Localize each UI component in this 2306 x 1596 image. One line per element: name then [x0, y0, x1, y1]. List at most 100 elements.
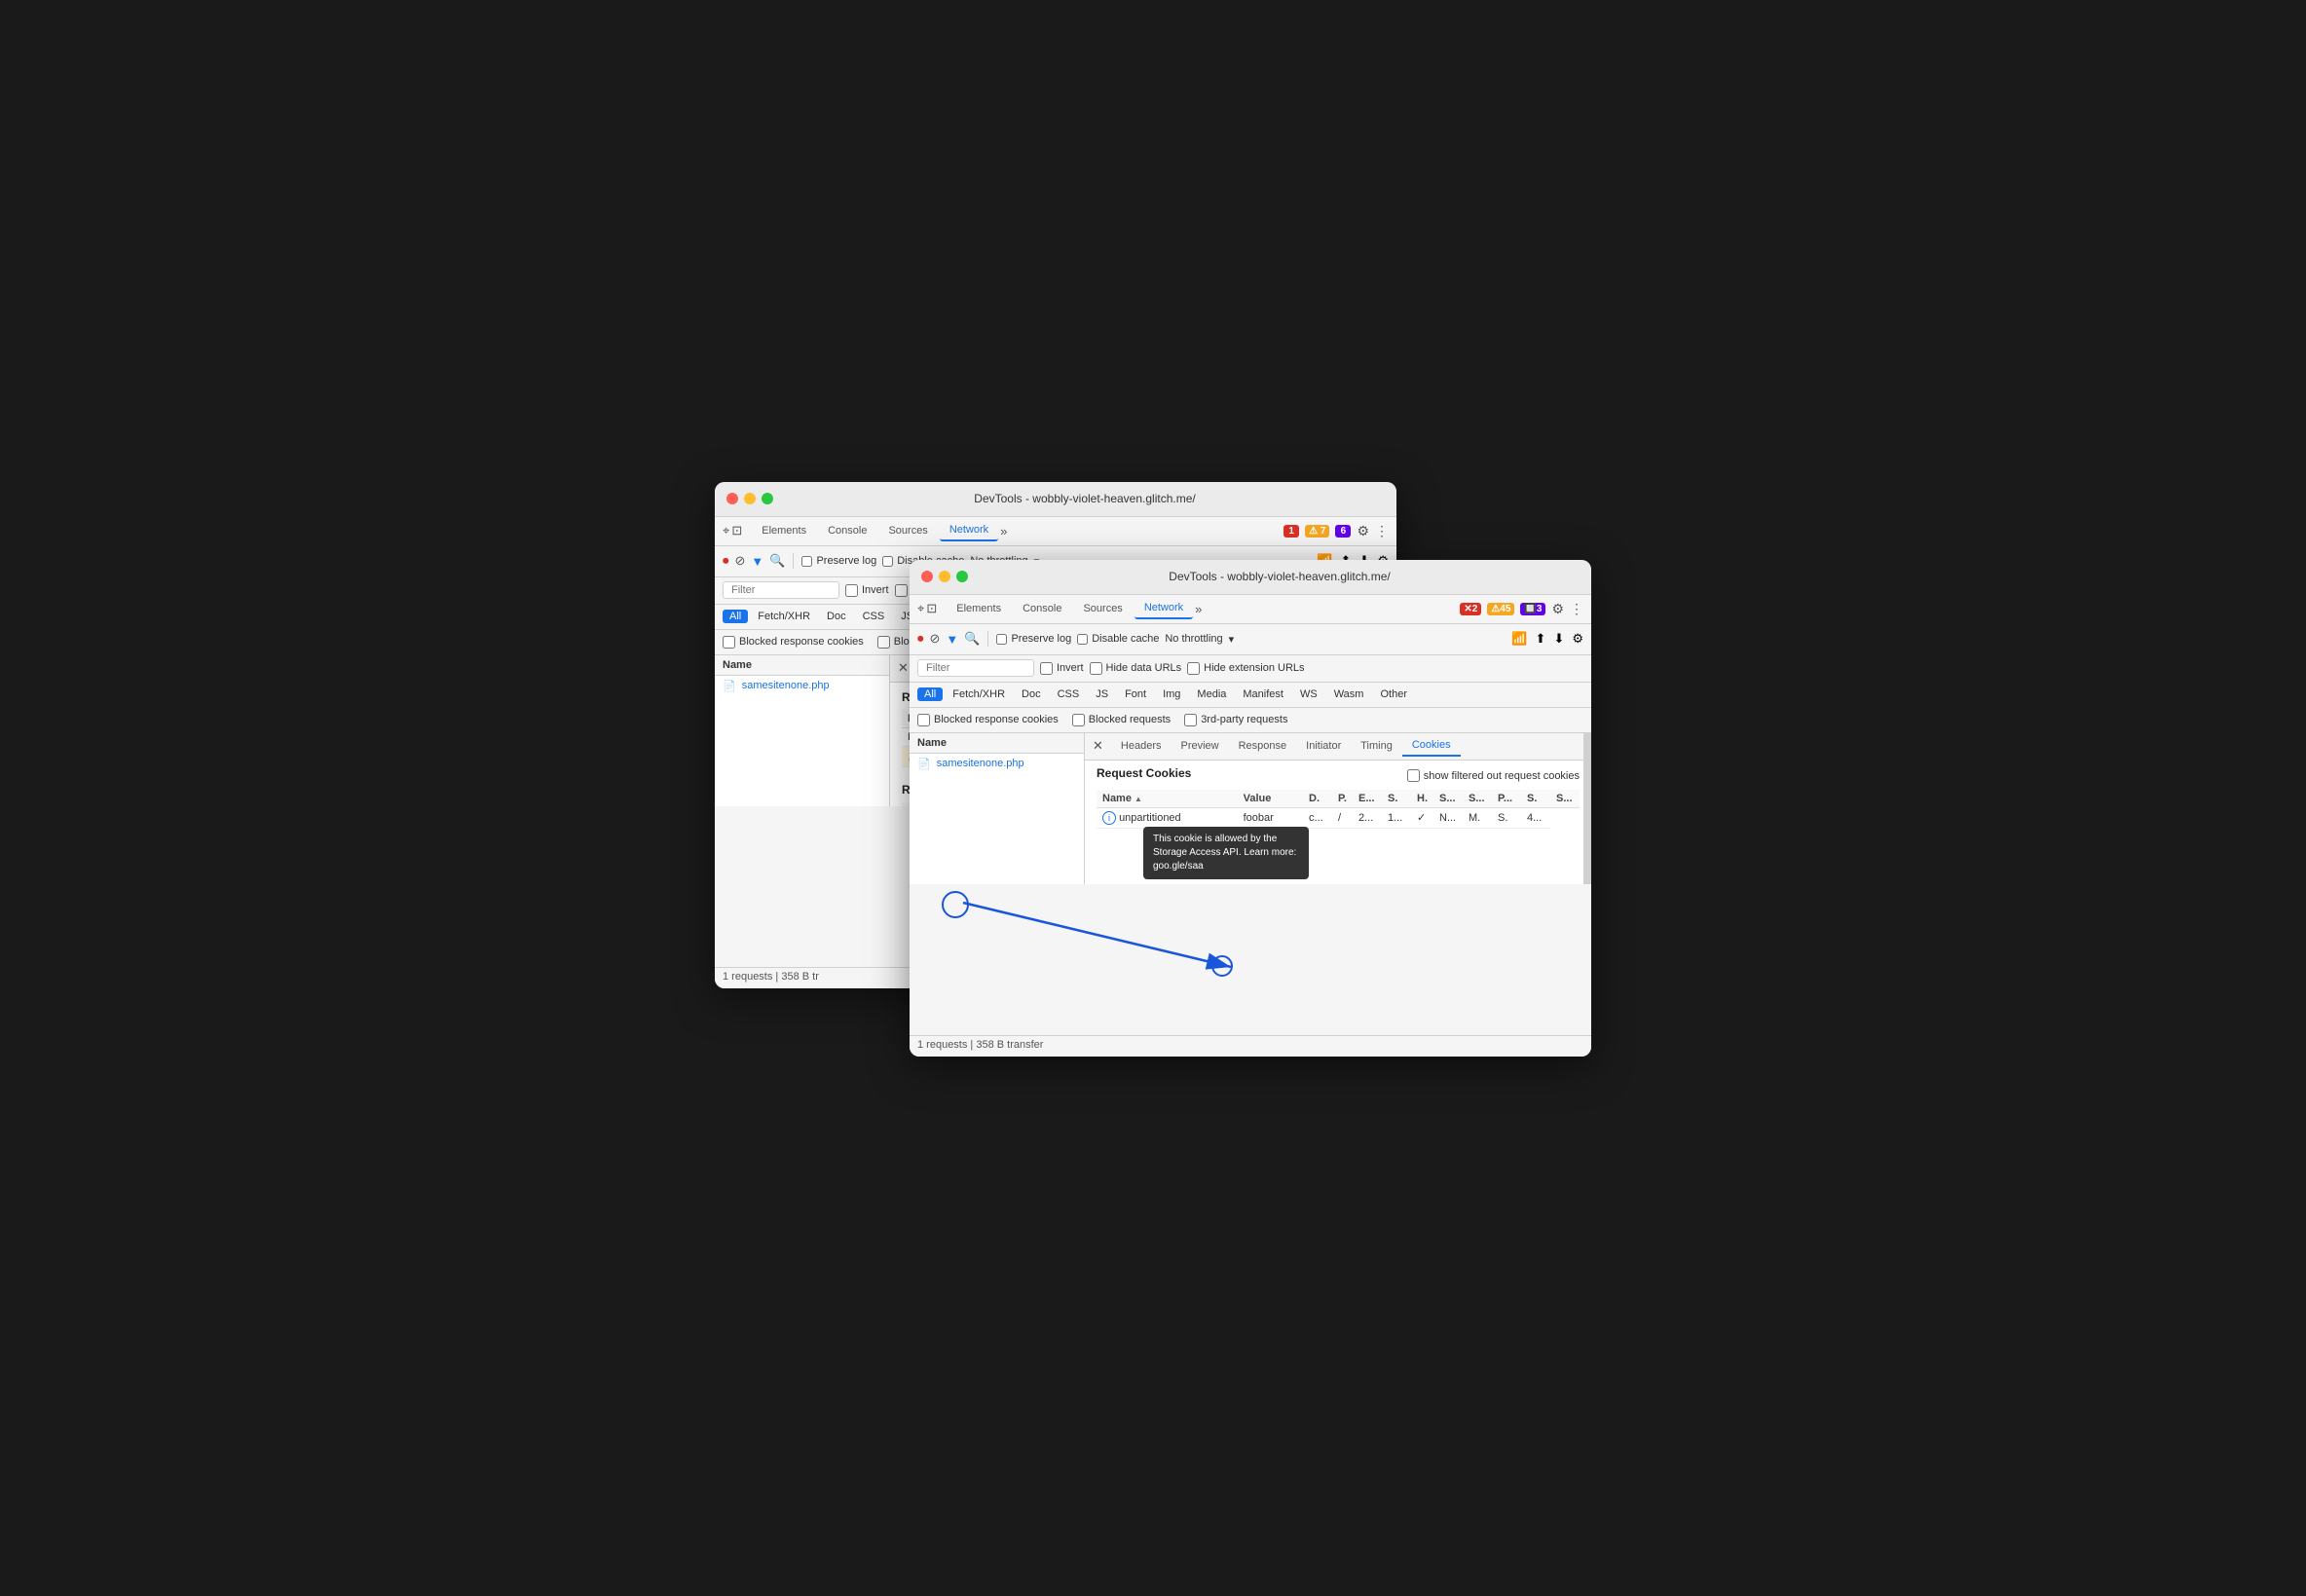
blocked-reqs-checkbox-back[interactable] — [877, 636, 890, 649]
tab-network-front[interactable]: Network — [1134, 598, 1193, 619]
hide-data-urls-checkbox-back[interactable] — [895, 584, 908, 597]
type-doc-back[interactable]: Doc — [820, 610, 853, 623]
type-fetch-front[interactable]: Fetch/XHR — [946, 687, 1012, 701]
hide-data-urls-checkbox-front[interactable] — [1090, 662, 1102, 675]
preserve-log-checkbox-back[interactable] — [801, 556, 812, 567]
show-filtered-label[interactable]: show filtered out request cookies — [1407, 769, 1580, 782]
clear-icon-back[interactable]: ⊘ — [735, 553, 746, 569]
file-icon-front: 📄 — [917, 758, 931, 770]
blocked-reqs-checkbox-front[interactable] — [1072, 714, 1085, 726]
settings-icon-back[interactable]: ⚙ — [1357, 523, 1369, 539]
invert-cb-back[interactable]: Invert — [845, 584, 889, 597]
preserve-log-checkbox-front[interactable] — [996, 634, 1007, 645]
blocked-reqs-cb-front[interactable]: Blocked requests — [1072, 714, 1171, 726]
disable-cache-front[interactable]: Disable cache — [1077, 633, 1159, 645]
type-js-front[interactable]: JS — [1089, 687, 1115, 701]
blocked-resp-cookies-checkbox-front[interactable] — [917, 714, 930, 726]
preserve-log-front[interactable]: Preserve log — [996, 633, 1071, 645]
third-party-cb-front[interactable]: 3rd-party requests — [1184, 714, 1287, 726]
disable-cache-checkbox-back[interactable] — [882, 556, 893, 567]
back-file-item[interactable]: 📄 samesitenone.php — [715, 676, 889, 696]
detail-tab-initiator-front[interactable]: Initiator — [1296, 736, 1351, 756]
purple-badge-back: 6 — [1335, 525, 1351, 538]
device-icon-front[interactable]: ⊡ — [926, 601, 937, 616]
throttling-front[interactable]: No throttling — [1165, 633, 1222, 645]
tab-elements-back[interactable]: Elements — [752, 521, 816, 540]
tab-console-back[interactable]: Console — [818, 521, 876, 540]
cursor-icon[interactable]: ⌖ — [723, 523, 729, 538]
hide-ext-urls-cb-front[interactable]: Hide extension URLs — [1187, 662, 1304, 675]
cursor-icon-front[interactable]: ⌖ — [917, 601, 924, 616]
wifi-icon-front[interactable]: 📶 — [1511, 631, 1527, 647]
settings-icon-front[interactable]: ⚙ — [1551, 601, 1564, 617]
type-manifest-front[interactable]: Manifest — [1236, 687, 1290, 701]
type-media-front[interactable]: Media — [1190, 687, 1233, 701]
more-tabs-icon-back[interactable]: » — [1000, 524, 1007, 538]
upload-icon-front[interactable]: ⬆ — [1536, 631, 1546, 647]
type-css-back[interactable]: CSS — [856, 610, 892, 623]
more-tabs-icon-front[interactable]: » — [1195, 602, 1202, 616]
invert-checkbox-back[interactable] — [845, 584, 858, 597]
invert-cb-front[interactable]: Invert — [1040, 662, 1084, 675]
tab-sources-back[interactable]: Sources — [878, 521, 937, 540]
more-icon-front[interactable]: ⋮ — [1570, 601, 1583, 617]
traffic-lights-back — [726, 493, 773, 504]
filter-icon-back[interactable]: ▼ — [751, 554, 763, 569]
type-wasm-front[interactable]: Wasm — [1327, 687, 1371, 701]
device-icon[interactable]: ⊡ — [731, 523, 742, 538]
detail-tab-preview-front[interactable]: Preview — [1171, 736, 1228, 756]
type-other-front[interactable]: Other — [1373, 687, 1414, 701]
clear-icon-front[interactable]: ⊘ — [930, 631, 941, 647]
blocked-resp-cookies-cb-back[interactable]: Blocked response cookies — [723, 636, 864, 649]
detail-close-back[interactable]: ✕ — [898, 660, 909, 676]
stop-icon-front[interactable]: ⏺ — [917, 631, 924, 647]
type-all-back[interactable]: All — [723, 610, 748, 623]
detail-tab-headers-front[interactable]: Headers — [1111, 736, 1172, 756]
preserve-log-back[interactable]: Preserve log — [801, 555, 876, 567]
minimize-button-back[interactable] — [744, 493, 756, 504]
search-icon-back[interactable]: 🔍 — [769, 553, 785, 569]
type-fetch-back[interactable]: Fetch/XHR — [751, 610, 817, 623]
blocked-resp-cookies-checkbox-back[interactable] — [723, 636, 735, 649]
type-doc-front[interactable]: Doc — [1015, 687, 1048, 701]
minimize-button-front[interactable] — [939, 571, 950, 582]
cookie-s2-req-front: N... — [1433, 807, 1463, 828]
cookie-row-unpartitioned-req-front[interactable]: i unpartitioned foobar c... / 2... 1... … — [1097, 807, 1580, 828]
filter-icon-front[interactable]: ▼ — [946, 632, 958, 647]
front-file-item[interactable]: 📄 samesitenone.php — [910, 754, 1084, 774]
file-icon-back: 📄 — [723, 680, 736, 692]
more-icon-back[interactable]: ⋮ — [1375, 523, 1389, 539]
blocked-resp-cookies-cb-front[interactable]: Blocked response cookies — [917, 714, 1059, 726]
filter-input-back[interactable] — [723, 581, 839, 599]
maximize-button-back[interactable] — [762, 493, 773, 504]
type-ws-front[interactable]: WS — [1293, 687, 1324, 701]
type-img-front[interactable]: Img — [1156, 687, 1187, 701]
tab-sources-front[interactable]: Sources — [1073, 599, 1132, 618]
detail-tab-cookies-front[interactable]: Cookies — [1402, 735, 1461, 757]
show-filtered-checkbox[interactable] — [1407, 769, 1420, 782]
close-button-front[interactable] — [921, 571, 933, 582]
type-css-front[interactable]: CSS — [1051, 687, 1087, 701]
tab-network-back[interactable]: Network — [940, 520, 998, 541]
settings2-icon-front[interactable]: ⚙ — [1572, 631, 1583, 647]
disable-cache-checkbox-front[interactable] — [1077, 634, 1088, 645]
detail-close-front[interactable]: ✕ — [1093, 738, 1103, 754]
search-icon-front[interactable]: 🔍 — [964, 631, 980, 647]
maximize-button-front[interactable] — [956, 571, 968, 582]
tab-elements-front[interactable]: Elements — [947, 599, 1011, 618]
front-filter-bar: Invert Hide data URLs Hide extension URL… — [910, 655, 1591, 683]
close-button-back[interactable] — [726, 493, 738, 504]
type-font-front[interactable]: Font — [1118, 687, 1153, 701]
third-party-checkbox-front[interactable] — [1184, 714, 1197, 726]
th-e-req-front: E... — [1353, 790, 1382, 808]
type-all-front[interactable]: All — [917, 687, 943, 701]
invert-checkbox-front[interactable] — [1040, 662, 1053, 675]
download-icon-front[interactable]: ⬇ — [1553, 631, 1564, 647]
detail-tab-timing-front[interactable]: Timing — [1351, 736, 1402, 756]
hide-ext-urls-checkbox-front[interactable] — [1187, 662, 1200, 675]
detail-tab-response-front[interactable]: Response — [1229, 736, 1297, 756]
hide-data-urls-cb-front[interactable]: Hide data URLs — [1090, 662, 1182, 675]
filter-input-front[interactable] — [917, 659, 1034, 677]
tab-console-front[interactable]: Console — [1013, 599, 1071, 618]
stop-icon-back[interactable]: ⏺ — [723, 553, 729, 569]
